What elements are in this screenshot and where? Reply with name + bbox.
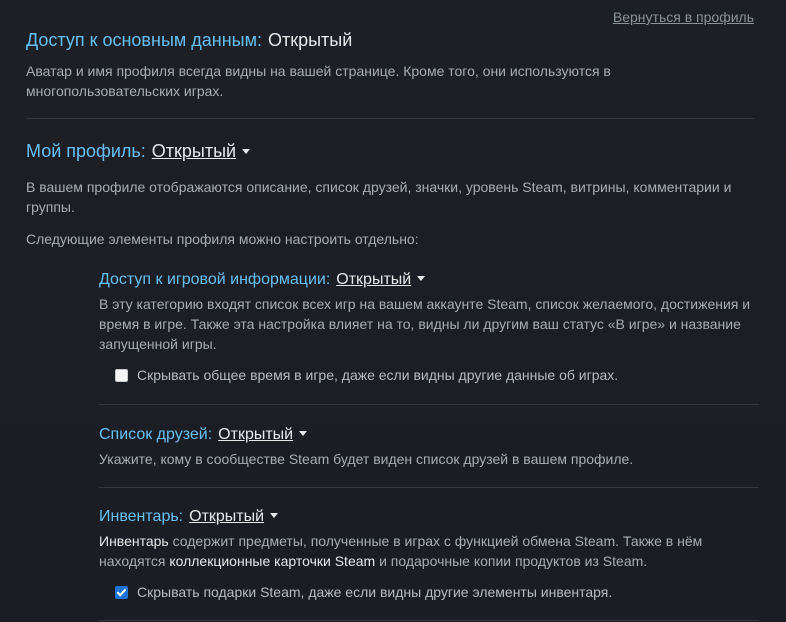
profile-section: Мой профиль: Открытый В вашем профиле ото… — [26, 140, 754, 249]
friends-section: Список друзей: Открытый Укажите, кому в с… — [99, 425, 759, 469]
profile-note: Следующие элементы профиля можно настрои… — [26, 231, 419, 247]
divider — [99, 487, 759, 488]
basic-data-section: Доступ к основным данным: Открытый Аватар… — [26, 29, 754, 101]
friends-description: Укажите, кому в сообществе Steam будет в… — [99, 451, 634, 467]
basic-data-heading: Доступ к основным данным: Открытый — [26, 29, 754, 51]
back-to-profile-link[interactable]: Вернуться в профиль — [613, 9, 754, 25]
hide-playtime-option[interactable]: Скрывать общее время в игре, даже если в… — [115, 367, 618, 383]
divider — [99, 620, 759, 621]
chevron-down-icon[interactable] — [242, 148, 251, 154]
inventory-privacy-dropdown[interactable]: Открытый — [189, 508, 264, 525]
game-info-heading: Доступ к игровой информации: Открытый — [99, 270, 759, 290]
friends-heading: Список друзей: Открытый — [99, 425, 759, 445]
profile-privacy-dropdown[interactable]: Открытый — [152, 141, 236, 161]
inventory-description: Инвентарь содержит предметы, полученные … — [99, 531, 759, 571]
hide-gifts-checkbox[interactable] — [115, 585, 128, 599]
profile-heading: Мой профиль: Открытый — [26, 140, 754, 162]
profile-description: В вашем профиле отображаются описание, с… — [26, 179, 732, 215]
basic-data-label: Доступ к основным данным: — [26, 30, 262, 50]
chevron-down-icon[interactable] — [270, 513, 279, 519]
game-info-privacy-dropdown[interactable]: Открытый — [336, 271, 411, 288]
chevron-down-icon[interactable] — [299, 431, 308, 437]
basic-data-value: Открытый — [267, 30, 353, 50]
inventory-heading: Инвентарь: Открытый — [99, 507, 759, 527]
inventory-label: Инвентарь: — [99, 508, 184, 525]
privacy-settings-page: Вернуться в профиль Доступ к основным да… — [0, 0, 786, 622]
friends-label: Список друзей: — [99, 426, 213, 443]
trading-cards-term: коллекционные карточки Steam — [169, 553, 376, 569]
hide-playtime-checkbox[interactable] — [115, 368, 128, 382]
hide-gifts-option[interactable]: Скрывать подарки Steam, даже если видны … — [115, 584, 612, 600]
inventory-term: Инвентарь — [99, 533, 169, 549]
profile-label: Мой профиль: — [26, 141, 146, 161]
hide-playtime-label[interactable]: Скрывать общее время в игре, даже если в… — [137, 367, 618, 383]
divider — [26, 118, 754, 119]
inventory-section: Инвентарь: Открытый Инвентарь содержит пр… — [99, 507, 759, 571]
game-info-section: Доступ к игровой информации: Открытый В э… — [99, 270, 759, 354]
game-info-description: В эту категорию входят список всех игр н… — [99, 296, 751, 352]
chevron-down-icon[interactable] — [417, 276, 426, 282]
inventory-desc-text-2: и подарочные копии продуктов из Steam. — [375, 553, 648, 569]
divider — [99, 404, 759, 405]
hide-gifts-label[interactable]: Скрывать подарки Steam, даже если видны … — [137, 584, 612, 600]
basic-data-description: Аватар и имя профиля всегда видны на ваш… — [26, 63, 611, 99]
friends-privacy-dropdown[interactable]: Открытый — [218, 426, 293, 443]
game-info-label: Доступ к игровой информации: — [99, 271, 331, 288]
